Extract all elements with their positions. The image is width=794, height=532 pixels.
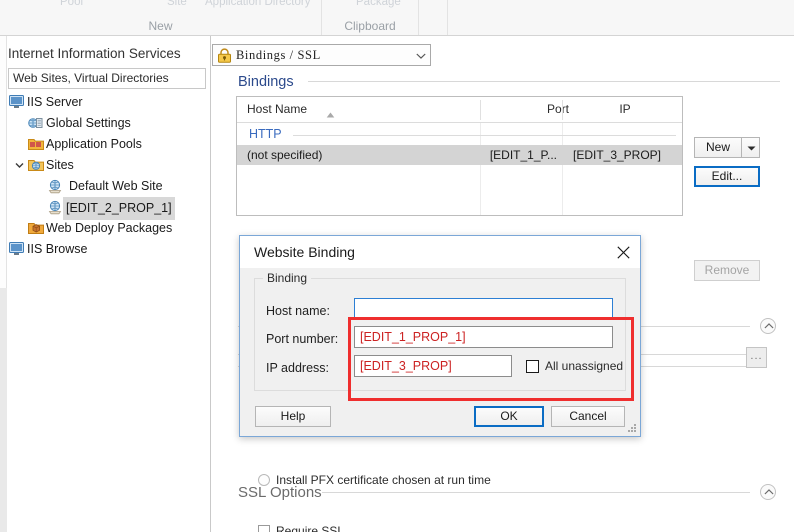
website-icon xyxy=(46,176,63,197)
sidebar-scrollbar-track[interactable] xyxy=(0,288,7,532)
column-divider[interactable] xyxy=(480,100,481,120)
checkbox-label: All unassigned xyxy=(545,359,624,373)
website-binding-dialog: Website Binding Binding Host name: Port … xyxy=(239,235,641,437)
website-icon xyxy=(46,197,63,218)
section-divider-ssl-options xyxy=(322,492,750,493)
ribbon-group-name-clipboard: Clipboard xyxy=(344,19,396,33)
view-selector-value: Bindings / SSL xyxy=(236,48,321,62)
port-number-label: Port number: xyxy=(266,332,339,346)
globe-settings-icon xyxy=(27,113,44,134)
table-group-row-http[interactable]: HTTP xyxy=(237,123,682,145)
ribbon-group-d xyxy=(448,0,794,35)
ok-button[interactable]: OK xyxy=(474,406,544,427)
help-button[interactable]: Help xyxy=(255,406,331,427)
package-folder-icon xyxy=(27,218,44,239)
resize-grip-icon[interactable] xyxy=(626,422,638,434)
tree-item-global-settings[interactable]: Global Settings xyxy=(0,113,211,134)
column-divider[interactable] xyxy=(562,100,563,120)
port-number-input[interactable] xyxy=(354,326,613,348)
tree-label: Application Pools xyxy=(46,137,142,151)
sidebar-panel: Internet Information Services Web Sites,… xyxy=(0,36,211,532)
section-title-bindings: Bindings xyxy=(238,74,294,90)
tree-item-iis-browse[interactable]: IIS Browse xyxy=(0,239,211,260)
column-header-ip[interactable]: IP xyxy=(577,97,673,122)
app-pools-icon xyxy=(27,134,44,155)
ribbon-group-c xyxy=(419,0,448,35)
sort-ascending-icon xyxy=(326,107,335,121)
tree-item-default-web-site[interactable]: Default Web Site xyxy=(0,176,211,197)
tree-item-iis-server[interactable]: IIS Server xyxy=(0,92,211,113)
check-mark[interactable] xyxy=(258,525,270,532)
tree-label: Web Deploy Packages xyxy=(46,221,173,235)
view-selector-combobox[interactable]: Bindings / SSL xyxy=(212,44,431,66)
section-title-ssl-options: SSL Options xyxy=(238,484,322,501)
ip-address-label: IP address: xyxy=(266,361,330,375)
ribbon-group-new: New xyxy=(0,0,322,35)
browse-certificate-button[interactable]: ... xyxy=(746,347,767,368)
iis-tree: IIS Server Global Settings Application P… xyxy=(0,92,211,260)
close-icon[interactable] xyxy=(610,241,636,263)
tree-label: Default Web Site xyxy=(69,179,163,193)
monitor-icon xyxy=(8,239,25,260)
bindings-table-header: Host Name Port IP xyxy=(237,97,682,123)
sidebar-scrollbar-thumb[interactable] xyxy=(0,36,7,288)
chevron-down-icon[interactable] xyxy=(412,45,430,65)
ribbon-group-clipboard: Clipboard xyxy=(322,0,419,35)
new-button-dropdown-arrow[interactable] xyxy=(741,137,760,158)
host-name-input[interactable] xyxy=(354,298,613,320)
cell-host-name: (not specified) xyxy=(247,148,323,162)
collapse-ssl-options-button[interactable] xyxy=(760,484,776,500)
sites-folder-icon xyxy=(27,155,44,176)
new-binding-split-button[interactable]: New xyxy=(694,137,760,158)
new-button-label[interactable]: New xyxy=(694,137,741,158)
group-label-http: HTTP xyxy=(249,127,282,141)
lock-icon xyxy=(217,48,232,66)
sidebar-header: Internet Information Services xyxy=(8,46,181,61)
monitor-icon xyxy=(8,92,25,113)
tree-item-application-pools[interactable]: Application Pools xyxy=(0,134,211,155)
dialog-title-bar[interactable]: Website Binding xyxy=(240,236,640,268)
column-header-host-name[interactable]: Host Name xyxy=(247,97,307,122)
bindings-table: Host Name Port IP HTTP (not specified) [… xyxy=(236,96,683,216)
cancel-button[interactable]: Cancel xyxy=(551,406,625,427)
check-mark[interactable] xyxy=(526,360,539,373)
host-name-label: Host name: xyxy=(266,304,330,318)
tree-label: IIS Browse xyxy=(27,242,88,256)
tree-item-web-deploy-packages[interactable]: Web Deploy Packages xyxy=(0,218,211,239)
ip-address-input[interactable] xyxy=(354,355,512,377)
table-row[interactable]: (not specified) [EDIT_1_P... [EDIT_3_PRO… xyxy=(237,145,682,165)
tree-label: IIS Server xyxy=(27,95,83,109)
collapse-certificate-section-button[interactable] xyxy=(760,318,776,334)
ribbon-toolbar: Pool Site Application Directory Package … xyxy=(0,0,794,36)
remove-binding-button: Remove xyxy=(694,260,760,281)
section-divider-bindings xyxy=(308,81,780,82)
tree-item-sites[interactable]: Sites xyxy=(0,155,211,176)
dialog-title: Website Binding xyxy=(254,244,355,260)
tree-label: [EDIT_2_PROP_1] xyxy=(63,197,175,220)
group-divider xyxy=(293,135,676,136)
ribbon-group-name-new: New xyxy=(148,19,173,33)
edit-binding-button[interactable]: Edit... xyxy=(694,166,760,187)
checkbox-label: Require SSL xyxy=(276,524,345,532)
tree-label: Global Settings xyxy=(46,116,131,130)
application-window: Pool Site Application Directory Package … xyxy=(0,0,794,532)
column-header-port[interactable]: Port xyxy=(505,97,569,122)
cell-port: [EDIT_1_P... xyxy=(489,148,557,162)
tree-item-edit-2-prop-1[interactable]: [EDIT_2_PROP_1] xyxy=(0,197,211,220)
tree-label: Sites xyxy=(46,158,74,172)
sidebar-filter-field[interactable]: Web Sites, Virtual Directories xyxy=(8,68,206,89)
binding-group-legend: Binding xyxy=(263,270,312,286)
chevron-down-icon[interactable] xyxy=(12,155,26,176)
cell-ip: [EDIT_3_PROP] xyxy=(572,148,662,162)
